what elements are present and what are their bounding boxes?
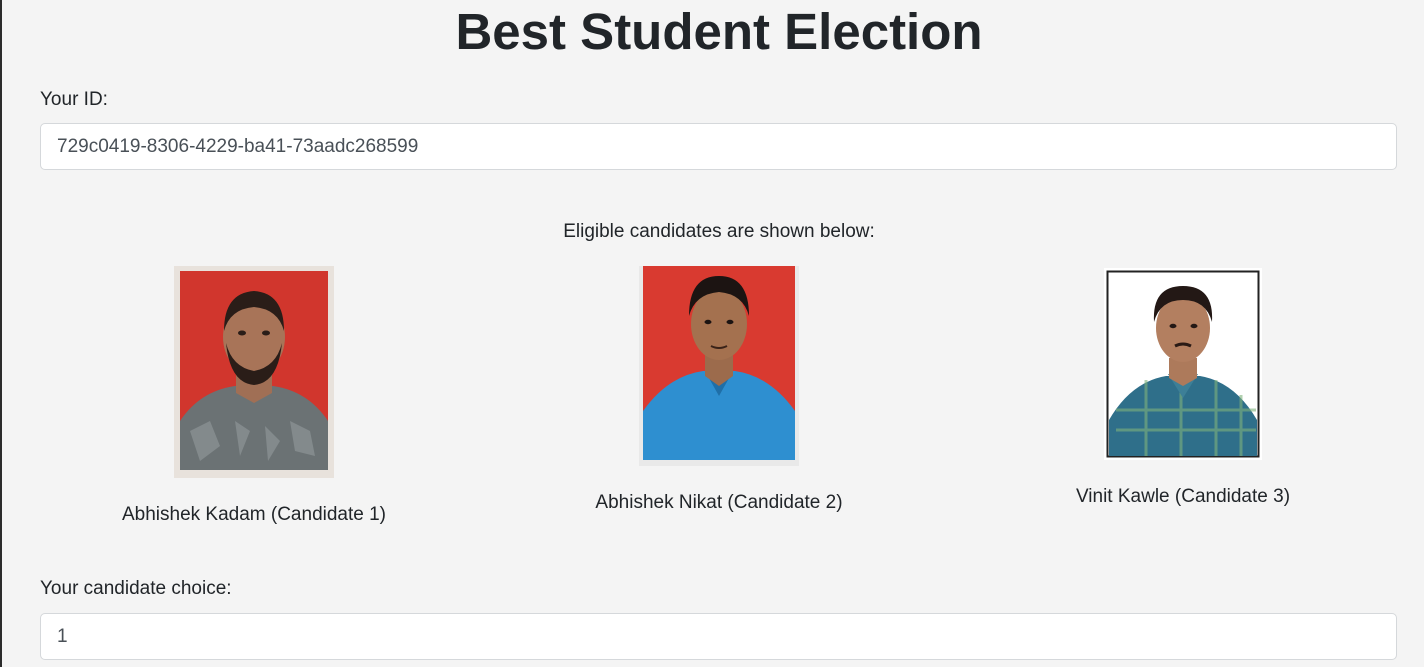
candidate-name-1: Abhishek Kadam (Candidate 1) — [121, 504, 387, 525]
choice-label: Your candidate choice: — [40, 578, 232, 599]
election-page: Best Student Election Your ID: Eligible … — [0, 0, 1424, 667]
candidate-choice-field[interactable] — [40, 613, 1397, 660]
candidate-card-3[interactable]: Vinit Kawle (Candidate 3) — [1076, 268, 1290, 512]
candidate-card-2[interactable]: Abhishek Nikat (Candidate 2) — [595, 266, 843, 516]
candidate-photo-3 — [1104, 268, 1262, 460]
candidate-name-3: Vinit Kawle (Candidate 3) — [1075, 486, 1291, 507]
candidate-photo-1 — [174, 266, 334, 478]
candidate-name-2: Abhishek Nikat (Candidate 2) — [595, 492, 843, 513]
voter-id-label: Your ID: — [40, 89, 108, 110]
candidate-photo-2 — [639, 266, 799, 466]
candidates-intro: Eligible candidates are shown below: — [563, 221, 875, 242]
candidate-card-1[interactable]: Abhishek Kadam (Candidate 1) — [122, 266, 386, 526]
voter-id-field[interactable] — [40, 123, 1397, 170]
page-title: Best Student Election — [455, 3, 983, 60]
